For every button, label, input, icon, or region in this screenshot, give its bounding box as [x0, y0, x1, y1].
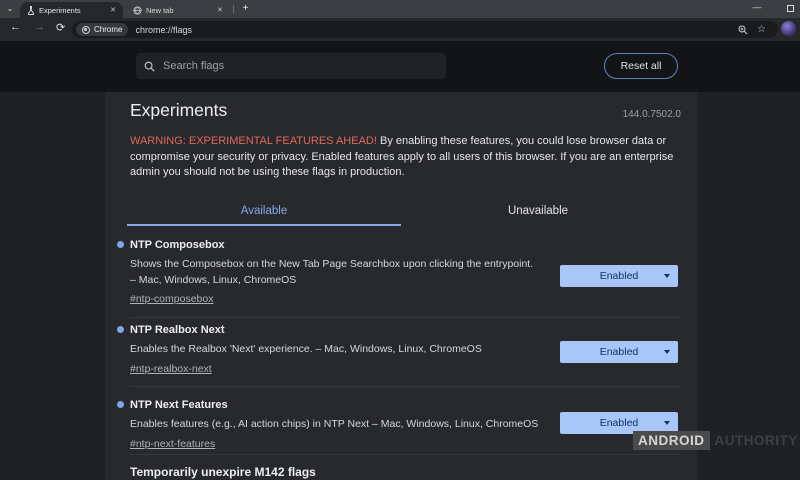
tab-search-button[interactable]: ⌄ [4, 3, 16, 15]
url-text[interactable]: chrome://flags [135, 25, 738, 35]
search-flags-input[interactable] [163, 60, 438, 72]
profile-avatar[interactable] [781, 21, 796, 36]
row-divider [130, 454, 680, 455]
tab-title: Experiments [39, 6, 108, 15]
tab-title: New tab [146, 6, 215, 15]
flag-row-ntp-next-features: NTP Next Features Enables features (e.g.… [130, 399, 680, 452]
availability-tabs: Available Unavailable [127, 198, 675, 226]
row-divider [130, 386, 680, 387]
chevron-down-icon [664, 350, 670, 354]
globe-icon [133, 6, 142, 15]
flag-permalink[interactable]: #ntp-realbox-next [130, 363, 212, 375]
tab-strip-divider [233, 5, 234, 13]
flask-icon [27, 6, 35, 15]
new-tab-button[interactable]: + [239, 2, 252, 15]
flag-dot-icon [117, 241, 124, 248]
flag-title: NTP Composebox [130, 239, 680, 251]
watermark-authority: AUTHORITY [715, 433, 798, 448]
chip-label: Chrome [94, 25, 122, 34]
tab-unavailable[interactable]: Unavailable [401, 198, 675, 226]
chevron-down-icon [664, 421, 670, 425]
flags-search-box[interactable] [136, 53, 446, 79]
flag-title: NTP Realbox Next [130, 324, 680, 336]
flag-state-value: Enabled [600, 346, 639, 358]
experiments-panel: Experiments 144.0.7502.0 WARNING: EXPERI… [105, 92, 697, 480]
forward-icon[interactable]: → [34, 21, 45, 33]
reload-icon[interactable]: ⟳ [56, 21, 65, 34]
page-title: Experiments [130, 100, 227, 121]
window-minimize-button[interactable]: — [750, 1, 764, 15]
tab-new-tab[interactable]: New tab ✕ [126, 2, 230, 18]
flag-description: Enables the Realbox 'Next' experience. –… [130, 342, 600, 358]
android-authority-watermark: ANDROID AUTHORITY [633, 431, 798, 450]
browser-window: ⌄ Experiments ✕ New tab ✕ + — ← → ⟳ [0, 0, 800, 480]
flag-row-ntp-composebox: NTP Composebox Shows the Composebox on t… [130, 239, 680, 307]
back-icon[interactable]: ← [10, 21, 21, 33]
flag-dot-icon [117, 326, 124, 333]
flag-state-select[interactable]: Enabled [560, 265, 678, 287]
chrome-version: 144.0.7502.0 [623, 109, 681, 120]
row-divider [130, 317, 680, 318]
flag-state-value: Enabled [600, 417, 639, 429]
browser-toolbar: ← → ⟳ Chrome chrome://flags ☆ [0, 18, 800, 41]
flag-permalink[interactable]: #ntp-next-features [130, 438, 215, 450]
address-bar[interactable]: Chrome chrome://flags ☆ [72, 21, 778, 38]
flags-page-header: Reset all [0, 41, 800, 92]
watermark-android: ANDROID [633, 431, 710, 450]
flag-description: Shows the Composebox on the New Tab Page… [130, 257, 536, 288]
tab-strip: ⌄ Experiments ✕ New tab ✕ + — [0, 0, 800, 18]
tab-close-icon[interactable]: ✕ [215, 6, 225, 14]
flag-state-value: Enabled [600, 270, 639, 282]
flag-title: NTP Next Features [130, 399, 680, 411]
zoom-icon[interactable] [738, 25, 748, 35]
tab-available[interactable]: Available [127, 198, 401, 226]
flag-row-ntp-realbox-next: NTP Realbox Next Enables the Realbox 'Ne… [130, 324, 680, 377]
warning-highlight: WARNING: EXPERIMENTAL FEATURES AHEAD! [130, 135, 377, 147]
tab-experiments[interactable]: Experiments ✕ [20, 2, 123, 18]
flag-description: Enables features (e.g., AI action chips)… [130, 417, 600, 433]
chrome-logo-icon [82, 26, 90, 34]
chrome-url-chip[interactable]: Chrome [76, 23, 128, 36]
flag-permalink[interactable]: #ntp-composebox [130, 293, 213, 305]
page-gutter-left [0, 92, 105, 480]
page-gutter-right [697, 92, 800, 480]
flag-state-select[interactable]: Enabled [560, 341, 678, 363]
bookmark-star-icon[interactable]: ☆ [757, 24, 766, 35]
reset-all-button[interactable]: Reset all [604, 53, 678, 79]
search-icon [144, 61, 155, 72]
flag-dot-icon [117, 401, 124, 408]
experimental-warning: WARNING: EXPERIMENTAL FEATURES AHEAD! By… [130, 134, 678, 181]
chevron-down-icon [664, 274, 670, 278]
tab-close-icon[interactable]: ✕ [108, 6, 118, 14]
unexpire-section-title: Temporarily unexpire M142 flags [130, 465, 316, 479]
window-maximize-button[interactable] [787, 5, 794, 12]
